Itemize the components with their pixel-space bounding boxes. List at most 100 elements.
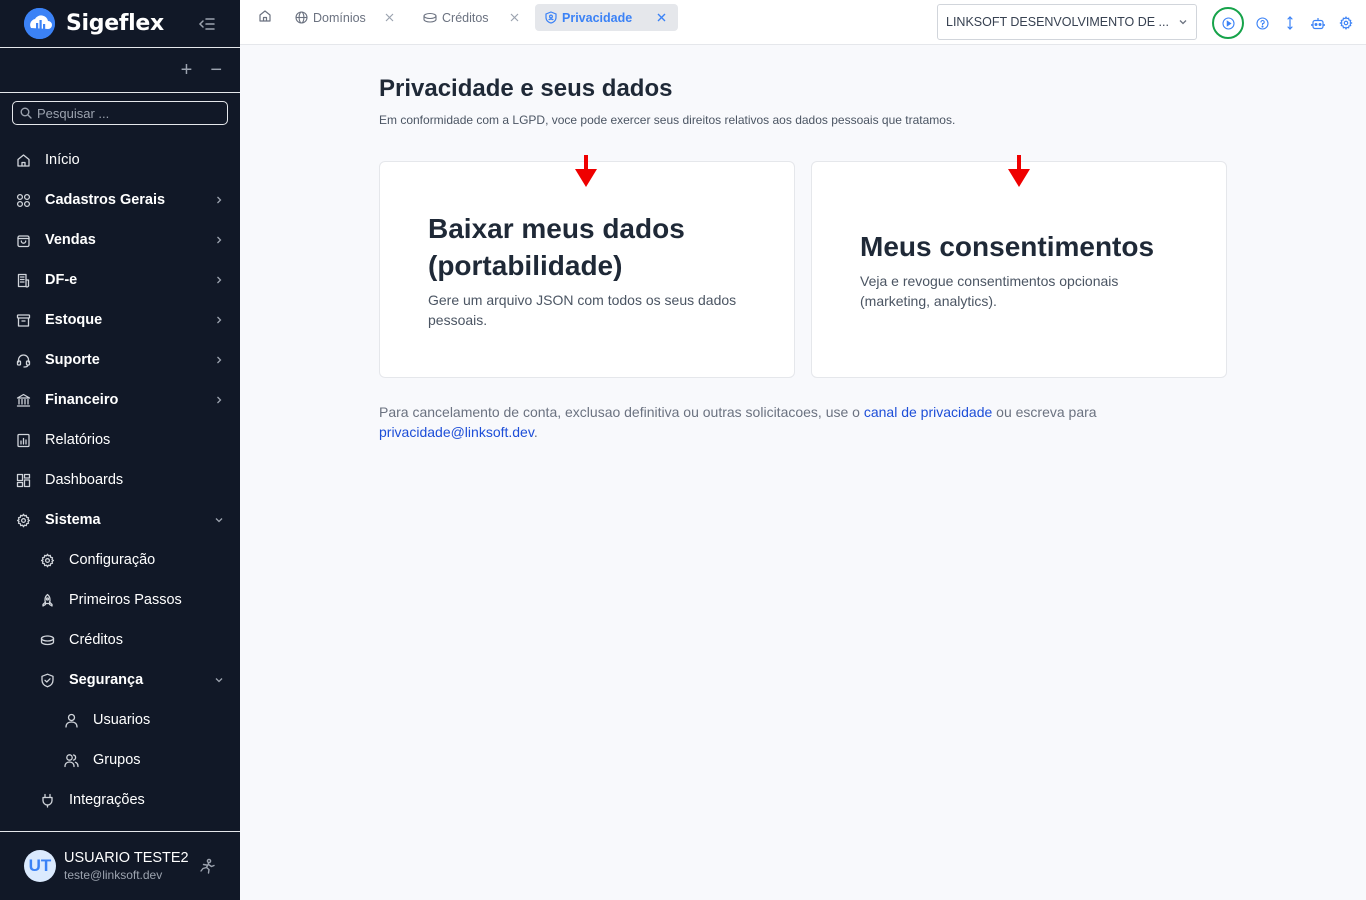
sidebar-item-df-e[interactable]: DF-e xyxy=(0,260,240,300)
chevron-right-icon xyxy=(214,315,224,325)
sidebar-item-label: Financeiro xyxy=(45,392,119,408)
chevron-right-icon xyxy=(214,355,224,365)
vertical-arrows-icon[interactable] xyxy=(1276,8,1304,38)
sidebar-item-label: Créditos xyxy=(69,632,123,648)
chevron-down-icon xyxy=(214,675,224,685)
tab-privacidade[interactable]: Privacidade xyxy=(535,4,678,31)
sidebar-item-inicio[interactable]: Início xyxy=(0,140,240,180)
sidebar-item-grupos[interactable]: Grupos xyxy=(0,740,240,780)
company-select[interactable]: LINKSOFT DESENVOLVIMENTO DE ... xyxy=(937,4,1197,40)
main-content: Privacidade e seus dados Em conformidade… xyxy=(240,45,1366,900)
sidebar-item-suporte[interactable]: Suporte xyxy=(0,340,240,380)
sidebar-item-sistema[interactable]: Sistema xyxy=(0,500,240,540)
search-box xyxy=(12,101,228,125)
privacy-channel-link[interactable]: canal de privacidade xyxy=(864,404,992,420)
card-body: Baixar meus dados (portabilidade) Gere u… xyxy=(428,162,746,377)
grid-icon xyxy=(15,192,31,208)
search-input[interactable] xyxy=(37,105,220,121)
brand-name: Sigeflex xyxy=(66,11,164,36)
archive-icon xyxy=(15,312,31,328)
sidebar-item-financeiro[interactable]: Financeiro xyxy=(0,380,240,420)
sidebar-item-label: Primeiros Passos xyxy=(69,592,182,608)
chevron-down-icon xyxy=(1178,17,1188,27)
coins-icon xyxy=(423,12,437,24)
sidebar-item-label: Sistema xyxy=(45,512,101,528)
home-tab-icon[interactable] xyxy=(258,9,272,23)
user-panel: UT USUARIO TESTE2 teste@linksoft.dev xyxy=(0,831,240,900)
shopping-bag-icon xyxy=(15,232,31,248)
sidebar-item-label: Estoque xyxy=(45,312,103,328)
card-description: Gere um arquivo JSON com todos os seus d… xyxy=(428,291,737,328)
sidebar-item-primeiros-passos[interactable]: Primeiros Passos xyxy=(0,580,240,620)
headset-icon xyxy=(15,352,31,368)
gear-icon xyxy=(39,552,55,568)
note-text: ou escreva para xyxy=(992,404,1097,420)
sidebar-item-creditos[interactable]: Créditos xyxy=(0,620,240,660)
chevron-right-icon xyxy=(214,395,224,405)
sidebar-item-configuracao[interactable]: Configuração xyxy=(0,540,240,580)
tab-close-privacidade-icon[interactable] xyxy=(657,13,666,22)
sidebar-item-label: Configuração xyxy=(69,552,156,568)
sidebar-item-relatorios[interactable]: Relatórios xyxy=(0,420,240,460)
coins-icon xyxy=(39,632,55,648)
sidebar-item-usuarios[interactable]: Usuarios xyxy=(0,700,240,740)
report-icon xyxy=(15,432,31,448)
tab-label: Domínios xyxy=(313,10,366,25)
sidebar-item-integracoes[interactable]: Integrações xyxy=(0,780,240,820)
brand-bar: Sigeflex xyxy=(0,0,240,48)
bank-icon xyxy=(15,392,31,408)
sidebar-item-label: Integrações xyxy=(69,792,145,808)
sidebar-item-dashboards[interactable]: Dashboards xyxy=(0,460,240,500)
tab-creditos[interactable]: Créditos xyxy=(413,4,499,31)
plug-icon xyxy=(39,792,55,808)
search-icon xyxy=(20,107,32,119)
download-data-card[interactable]: Baixar meus dados (portabilidade) Gere u… xyxy=(379,155,795,378)
play-tour-icon[interactable] xyxy=(1212,7,1244,39)
home-icon xyxy=(15,152,31,168)
sidebar: Sigeflex + − Início Cadastros Gerais Venda… xyxy=(0,0,240,900)
robot-icon[interactable] xyxy=(1304,8,1332,38)
card-title: Baixar meus dados (portabilidade) xyxy=(428,212,685,281)
collapse-sidebar-icon[interactable] xyxy=(198,15,216,33)
search-wrapper xyxy=(0,93,240,133)
card-body: Meus consentimentos Veja e revogue conse… xyxy=(860,162,1178,377)
sidebar-item-label: Dashboards xyxy=(45,472,124,488)
company-select-value: LINKSOFT DESENVOLVIMENTO DE ... xyxy=(946,15,1169,29)
receipt-icon xyxy=(15,272,31,288)
privacy-email-link[interactable]: privacidade@linksoft.dev xyxy=(379,424,534,440)
sidebar-item-cadastros-gerais[interactable]: Cadastros Gerais xyxy=(0,180,240,220)
gear-icon[interactable] xyxy=(1332,8,1360,38)
shield-icon xyxy=(39,672,55,688)
tree-controls: + − xyxy=(0,48,240,93)
user-icon xyxy=(63,712,79,728)
avatar[interactable]: UT xyxy=(24,850,56,882)
help-icon[interactable] xyxy=(1248,8,1276,38)
chevron-right-icon xyxy=(214,235,224,245)
sidebar-item-label: Grupos xyxy=(93,752,141,768)
sidebar-item-label: Relatórios xyxy=(45,432,111,448)
sidebar-item-label: Suporte xyxy=(45,352,100,368)
tab-dominios[interactable]: Domínios xyxy=(285,4,376,31)
tab-close-dominios[interactable] xyxy=(377,4,402,31)
consents-card[interactable]: Meus consentimentos Veja e revogue conse… xyxy=(811,155,1227,378)
card-title: Meus consentimentos xyxy=(860,231,1155,262)
chevron-down-icon xyxy=(214,515,224,525)
users-icon xyxy=(63,752,79,768)
sidebar-item-estoque[interactable]: Estoque xyxy=(0,300,240,340)
collapse-all-button[interactable]: − xyxy=(210,59,222,82)
sidebar-item-label: Cadastros Gerais xyxy=(45,192,166,208)
top-actions xyxy=(1212,7,1360,39)
expand-all-button[interactable]: + xyxy=(181,59,193,82)
user-info: USUARIO TESTE2 teste@linksoft.dev xyxy=(64,850,189,882)
sidebar-item-vendas[interactable]: Vendas xyxy=(0,220,240,260)
sidebar-item-label: Início xyxy=(45,152,80,168)
card-description: Veja e revogue consentimentos opcionais … xyxy=(860,273,1119,309)
tab-label: Créditos xyxy=(442,10,489,25)
shield-user-icon xyxy=(545,11,557,24)
chevron-right-icon xyxy=(214,195,224,205)
logout-icon[interactable] xyxy=(199,858,216,875)
gear-icon xyxy=(15,512,31,528)
sidebar-item-seguranca[interactable]: Segurança xyxy=(0,660,240,700)
sidebar-nav: Início Cadastros Gerais Vendas DF-e Estoque S… xyxy=(0,140,240,820)
tab-close-creditos[interactable] xyxy=(502,4,527,31)
